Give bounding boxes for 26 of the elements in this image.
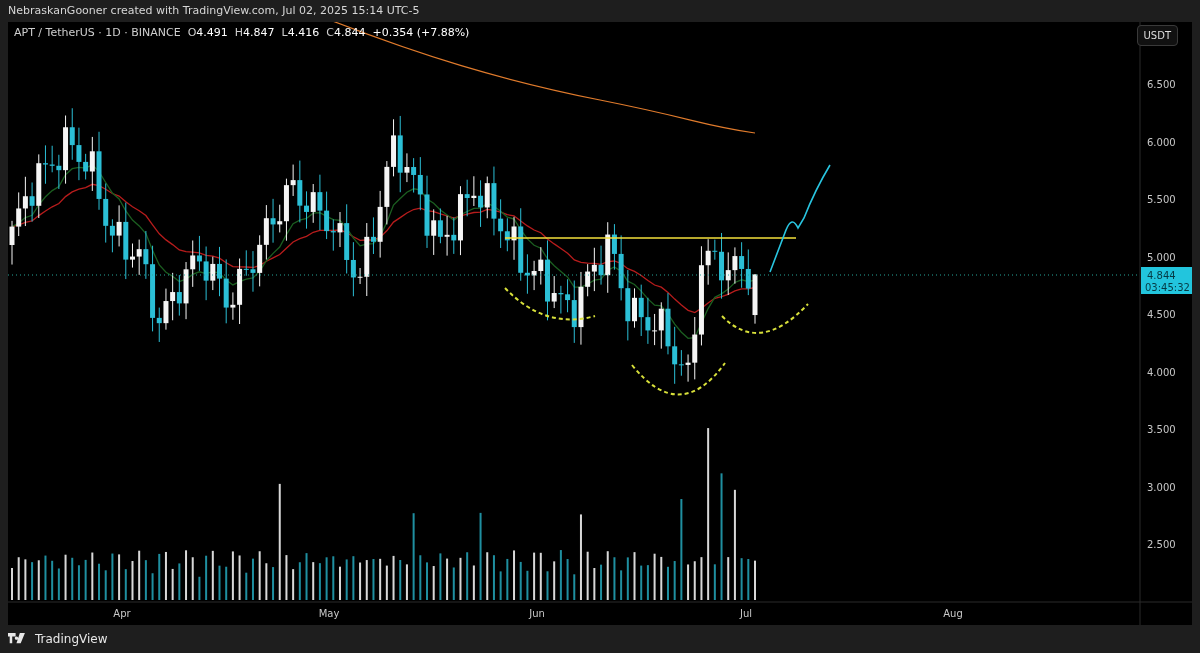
symbol-label: APT / TetherUS · 1D · BINANCE <box>14 26 181 39</box>
ohlc-value: O4.491 <box>187 26 228 39</box>
ohlc-value: C4.844 <box>326 26 366 39</box>
price-axis-label: 3.500 <box>1147 424 1176 435</box>
ohlc-value: H4.847 <box>234 26 275 39</box>
time-axis-label: Apr <box>113 608 131 619</box>
time-axis-label: Jun <box>529 608 545 619</box>
current-price-badge <box>1141 267 1192 294</box>
time-axis-label: Aug <box>943 608 963 619</box>
price-axis-label: 3.000 <box>1147 481 1176 493</box>
price-axis-label: 4.000 <box>1147 366 1176 378</box>
time-axis-label: May <box>318 608 340 619</box>
brand-name: TradingView <box>35 632 108 646</box>
ohlc-value: L4.416 <box>281 26 320 39</box>
price-axis-label: 4.500 <box>1147 309 1176 320</box>
attribution-text: NebraskanGooner created with TradingView.com, Jul 02, 2025 15:14 UTC-5 <box>8 4 420 17</box>
currency-button[interactable]: USDT <box>1136 25 1178 46</box>
price-axis-label: 5.000 <box>1147 251 1176 263</box>
price-axis-label: 5.500 <box>1147 194 1176 205</box>
change-label: +0.354 (+7.88%) <box>372 26 470 39</box>
price-axis-label: 6.500 <box>1147 79 1176 90</box>
countdown-label: 03:45:32 <box>1145 282 1190 293</box>
price-axis-label: 6.000 <box>1147 136 1176 148</box>
current-price-label: 4.844 <box>1147 270 1176 281</box>
price-axis-label: 2.500 <box>1147 539 1176 550</box>
time-axis-label: Jul <box>739 608 753 619</box>
